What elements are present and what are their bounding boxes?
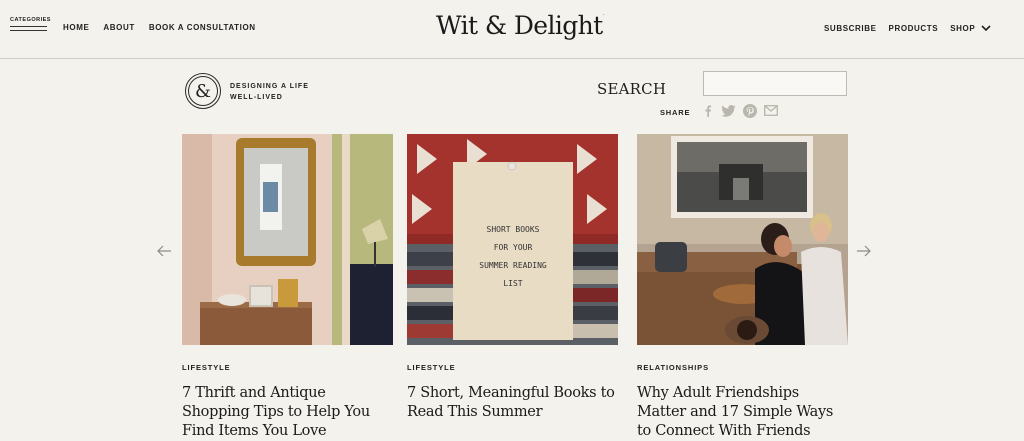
card-title[interactable]: Why Adult Friendships Matter and 17 Simp… xyxy=(637,384,848,441)
brand-mark: . xyxy=(602,11,605,17)
books-article-image[interactable]: SHORT BOOKS FOR YOUR SUMMER READING LIST xyxy=(407,134,618,345)
image-text-line-2: FOR YOUR xyxy=(494,243,533,252)
nav-subscribe-link[interactable]: SUBSCRIBE xyxy=(824,24,877,33)
share-icons xyxy=(700,103,778,118)
ampersand-logo: & xyxy=(185,73,221,109)
nav-home-link[interactable]: HOME xyxy=(63,23,89,32)
pinterest-icon[interactable] xyxy=(742,103,757,118)
chevron-down-icon[interactable] xyxy=(981,23,991,33)
article-card-thrift[interactable]: LIFESTYLE 7 Thrift and Antique Shopping … xyxy=(182,134,393,441)
card-category[interactable]: RELATIONSHIPS xyxy=(637,363,848,372)
ampersand-glyph: & xyxy=(194,80,212,102)
secondary-nav: SUBSCRIBE PRODUCTS SHOP xyxy=(824,23,991,33)
tagline-line-2: WELL-LIVED xyxy=(230,94,283,101)
share-label: SHARE xyxy=(660,108,691,117)
brand-logo[interactable]: Wit & Delight. xyxy=(436,11,604,40)
image-text-line-4: LIST xyxy=(503,279,522,288)
nav-products-link[interactable]: PRODUCTS xyxy=(889,24,939,33)
nav-book-consultation-link[interactable]: BOOK A CONSULTATION xyxy=(149,23,256,32)
friendships-article-image[interactable] xyxy=(637,134,848,345)
brand-name: Wit & Delight xyxy=(436,11,603,40)
image-text-line-3: SUMMER READING xyxy=(479,261,547,270)
image-text-line-1: SHORT BOOKS xyxy=(487,225,540,234)
card-title[interactable]: 7 Short, Meaningful Books to Read This S… xyxy=(407,384,618,422)
twitter-icon[interactable] xyxy=(721,103,736,118)
nav-about-link[interactable]: ABOUT xyxy=(103,23,134,32)
tagline: DESIGNING A LIFE WELL-LIVED xyxy=(230,81,340,103)
search-label: SEARCH xyxy=(597,80,667,98)
carousel-next-arrow-icon[interactable] xyxy=(856,244,872,258)
nav-shop-link[interactable]: SHOP xyxy=(950,24,975,33)
categories-menu-button[interactable]: CATEGORIES xyxy=(10,17,51,34)
tagline-line-1: DESIGNING A LIFE xyxy=(230,83,309,90)
search-input[interactable] xyxy=(703,71,847,96)
hamburger-icon xyxy=(10,26,48,31)
site-header: CATEGORIES HOME ABOUT BOOK A CONSULTATIO… xyxy=(0,0,1024,59)
card-title[interactable]: 7 Thrift and Antique Shopping Tips to He… xyxy=(182,384,393,441)
thrift-article-image[interactable] xyxy=(182,134,393,345)
facebook-icon[interactable] xyxy=(700,103,715,118)
categories-label: CATEGORIES xyxy=(10,17,51,23)
carousel-prev-arrow-icon[interactable] xyxy=(156,244,172,258)
article-card-books[interactable]: SHORT BOOKS FOR YOUR SUMMER READING LIST… xyxy=(407,134,618,422)
email-icon[interactable] xyxy=(763,103,778,118)
card-category[interactable]: LIFESTYLE xyxy=(407,363,618,372)
card-category[interactable]: LIFESTYLE xyxy=(182,363,393,372)
article-card-friendships[interactable]: RELATIONSHIPS Why Adult Friendships Matt… xyxy=(637,134,848,441)
primary-nav: HOME ABOUT BOOK A CONSULTATION xyxy=(63,23,270,32)
